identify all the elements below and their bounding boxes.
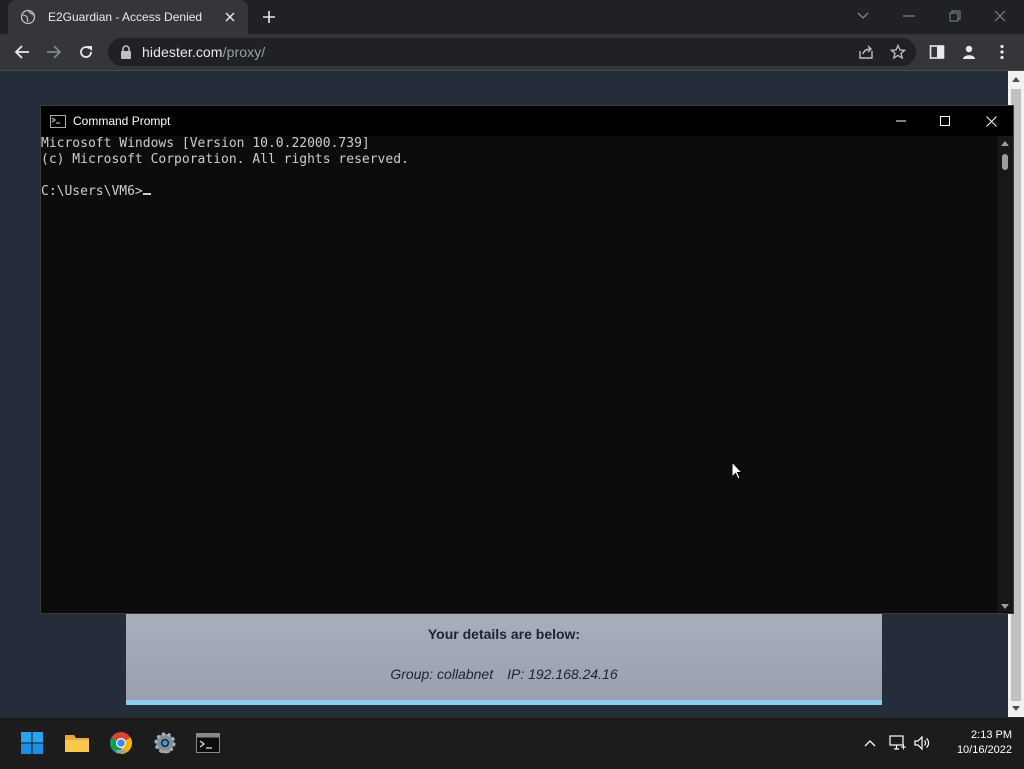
terminal-icon[interactable] [195,730,221,756]
browser-titlebar: E2Guardian - Access Denied [0,0,1024,34]
cmd-scrollbar[interactable] [997,136,1013,612]
browser-tab[interactable]: E2Guardian - Access Denied [8,0,248,34]
cmd-titlebar[interactable]: Command Prompt [41,106,1013,136]
scroll-up-icon[interactable] [1012,77,1020,82]
command-prompt-window[interactable]: Command Prompt Microsoft Windows [Versio… [40,105,1014,614]
address-bar[interactable]: hidester.com/proxy/ [108,38,916,66]
back-icon[interactable] [12,42,32,62]
cmd-scroll-down-icon[interactable] [1001,604,1009,609]
scroll-down-icon[interactable] [1012,706,1020,711]
forward-icon[interactable] [44,42,64,62]
tab-title: E2Guardian - Access Denied [48,10,203,24]
console-prompt: C:\Users\VM6> [41,184,143,199]
tab-close-icon[interactable] [222,9,238,25]
profile-icon[interactable] [959,42,979,62]
restore-icon[interactable] [945,6,965,26]
menu-kebab-icon[interactable] [992,42,1012,62]
cmd-close-icon[interactable] [981,111,1001,131]
file-explorer-icon[interactable] [64,730,90,756]
running-indicator [160,750,170,753]
network-icon[interactable] [889,734,907,752]
cmd-scroll-thumb[interactable] [1002,154,1008,170]
details-line: Group: collabnet IP: 192.168.24.16 [126,666,882,682]
new-tab-icon[interactable] [260,8,278,26]
console-line: (c) Microsoft Corporation. All rights re… [41,152,409,167]
cmd-maximize-icon[interactable] [935,111,955,131]
globe-icon [20,9,36,25]
url-text: hidester.com/proxy/ [142,44,265,60]
side-panel-icon[interactable] [927,42,947,62]
console-line: ​ [41,168,997,184]
bookmark-star-icon[interactable] [888,42,908,62]
ip-text: IP: 192.168.24.16 [507,666,618,682]
clock-time: 2:13 PM [971,729,1012,741]
console-line: Microsoft Windows [Version 10.0.22000.73… [41,136,370,151]
console-prompt-line: C:\Users\VM6> [41,184,997,200]
details-heading: Your details are below: [427,626,581,642]
details-panel-accent [126,700,882,705]
cmd-scroll-up-icon[interactable] [1001,141,1009,146]
minimize-icon[interactable] [899,6,919,26]
close-window-icon[interactable] [990,6,1010,26]
chrome-icon[interactable] [108,730,134,756]
tab-search-icon[interactable] [853,6,873,26]
cmd-title: Command Prompt [73,114,171,128]
group-text: Group: collabnet [390,666,494,682]
tray-chevron-up-icon[interactable] [861,734,879,752]
taskbar-clock[interactable]: 2:13 PM 10/16/2022 [940,728,1012,758]
text-cursor [142,193,151,195]
share-icon[interactable] [856,42,876,62]
mouse-pointer-icon [731,460,744,485]
taskbar: 2:13 PM 10/16/2022 [0,717,1024,769]
cmd-app-icon [50,114,66,128]
console-output[interactable]: Microsoft Windows [Version 10.0.22000.73… [41,136,997,612]
volume-icon[interactable] [913,734,931,752]
reload-icon[interactable] [76,42,96,62]
lock-icon[interactable] [120,45,132,59]
clock-date: 10/16/2022 [956,744,1012,756]
browser-toolbar: hidester.com/proxy/ [0,34,1024,71]
url-host: hidester.com [142,44,223,60]
running-indicator [116,750,126,753]
url-path: /proxy/ [222,44,266,60]
start-windows-icon[interactable] [19,730,45,756]
settings-gear-icon[interactable] [152,730,178,756]
cmd-minimize-icon[interactable] [891,111,911,131]
